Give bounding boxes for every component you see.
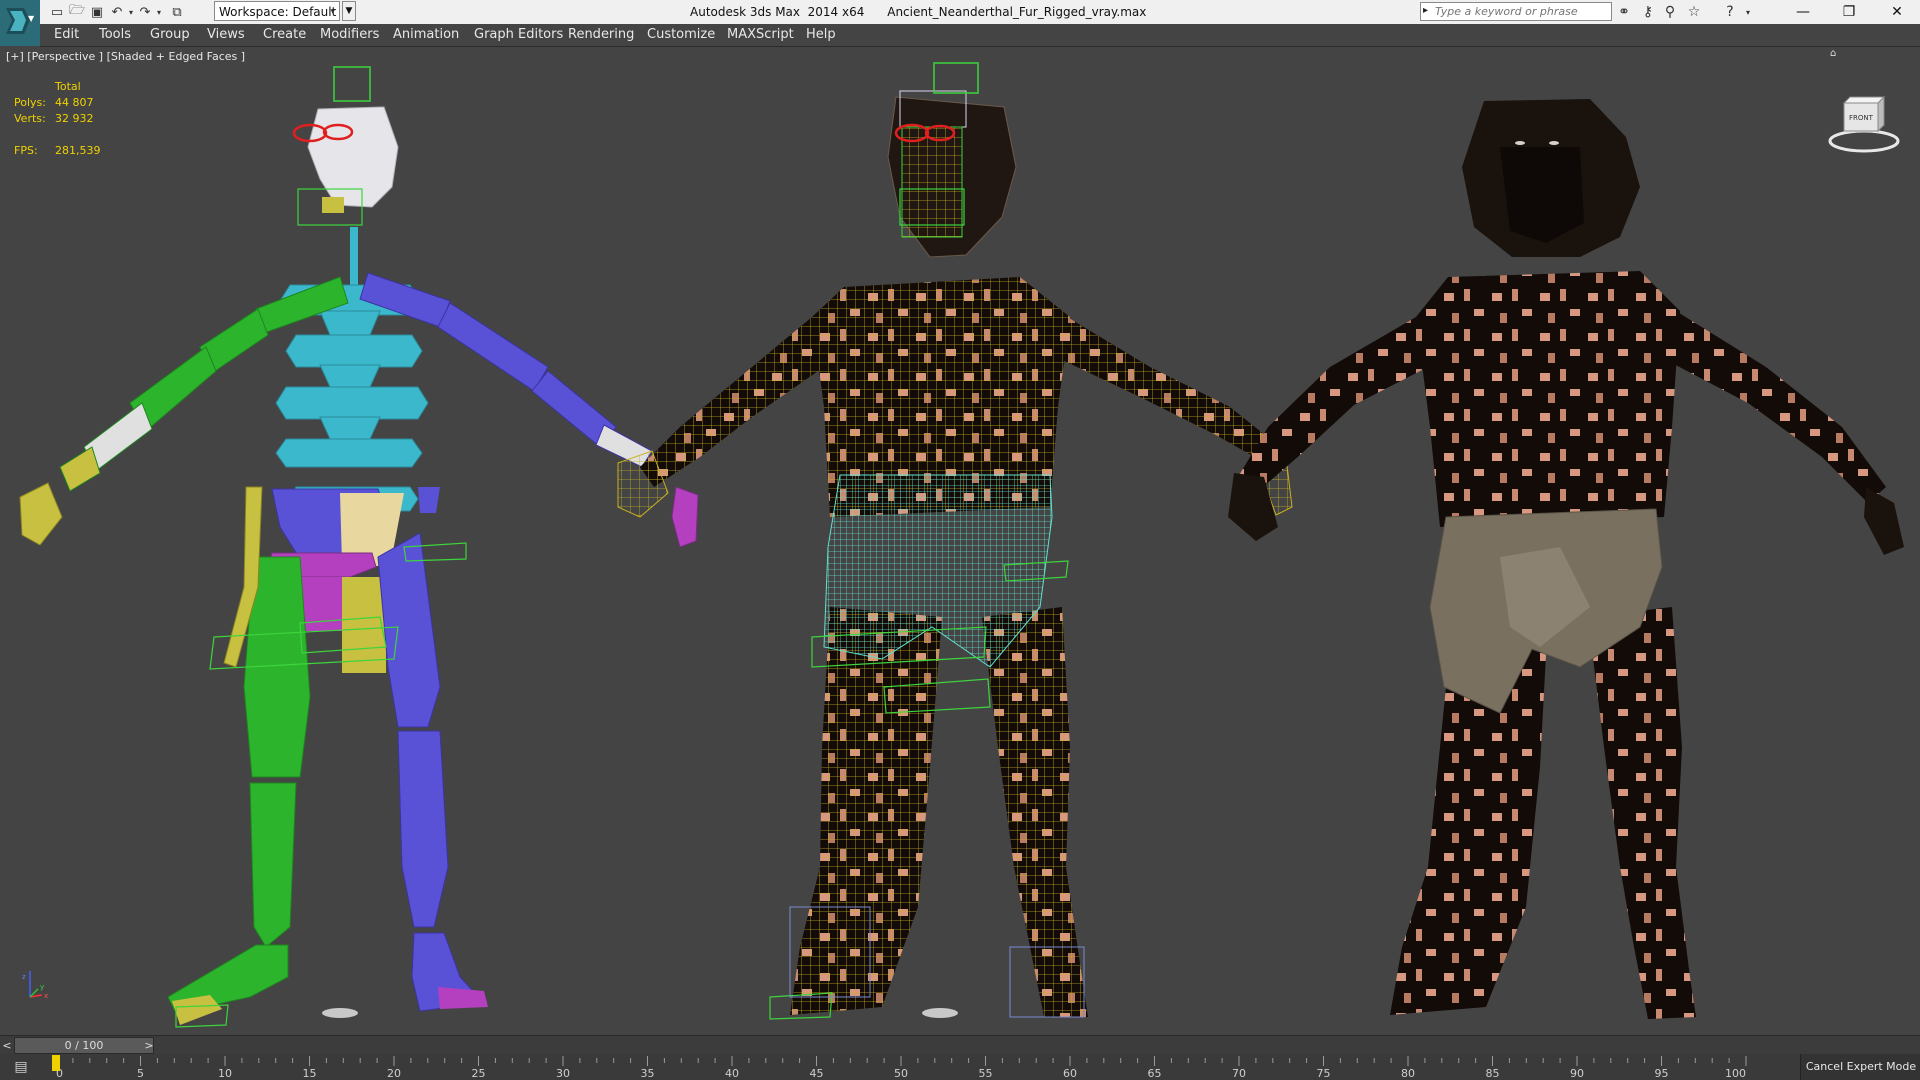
ruler-label: 15 <box>303 1067 317 1080</box>
time-slider[interactable]: 0 / 100 <box>14 1037 154 1054</box>
viewcube-face-label: FRONT <box>1849 114 1874 122</box>
polys-label: Polys: <box>14 96 46 109</box>
help-icon[interactable]: ? <box>1720 2 1740 22</box>
chevron-down-icon: ▼ <box>28 14 35 23</box>
verts-label: Verts: <box>14 112 46 125</box>
app-logo-icon <box>6 8 30 34</box>
axis-tripod-icon: z x y <box>22 971 48 1000</box>
menu-bar: Edit Tools Group Views Create Modifiers … <box>40 24 1920 47</box>
help-search[interactable]: ▸ <box>1420 2 1612 21</box>
ruler-label: 40 <box>725 1067 739 1080</box>
new-file-icon[interactable]: ▭ <box>48 3 66 21</box>
ruler-label: 90 <box>1570 1067 1584 1080</box>
fps-value: 281,539 <box>55 144 101 157</box>
open-file-icon[interactable]: 🗁 <box>68 3 86 21</box>
quick-access-toolbar: ▭ 🗁 ▣ ↶ ▾ ↷ ▾ ⧉ <box>48 3 208 21</box>
window-title: Autodesk 3ds Max 2014 x64 Ancient_Neande… <box>690 5 1147 19</box>
restore-button[interactable]: ❐ <box>1826 0 1872 24</box>
rendered-figure[interactable] <box>1228 99 1904 1019</box>
perspective-viewport[interactable]: [+] [Perspective ] [Shaded + Edged Faces… <box>0 47 1920 1035</box>
frame-ruler[interactable]: 0 5 10 15 20 25 30 35 40 45 50 55 60 65 70 75 80 85 90 95 10… <box>48 1054 1800 1080</box>
menu-customize[interactable]: Customize <box>647 24 715 46</box>
ruler-label: 10 <box>218 1067 232 1080</box>
viewport-label[interactable]: [+] [Perspective ] [Shaded + Edged Faces… <box>6 50 245 63</box>
stats-header: Total <box>55 80 81 93</box>
menu-maxscript[interactable]: MAXScript <box>727 24 794 46</box>
help-dropdown-icon[interactable]: ▾ <box>1738 2 1758 22</box>
ruler-label: 55 <box>979 1067 993 1080</box>
cancel-expert-mode-button[interactable]: Cancel Expert Mode <box>1800 1054 1920 1080</box>
ruler-label: 30 <box>556 1067 570 1080</box>
previous-frame-button[interactable]: < <box>0 1036 14 1055</box>
menu-tools[interactable]: Tools <box>99 24 131 46</box>
close-button[interactable]: ✕ <box>1874 0 1920 24</box>
ruler-label: 100 <box>1725 1067 1746 1080</box>
save-file-icon[interactable]: ▣ <box>88 3 106 21</box>
current-frame-marker[interactable] <box>52 1055 60 1071</box>
rig-head-control[interactable] <box>333 66 371 102</box>
toolbar-expand-button[interactable]: ▼ <box>342 1 356 21</box>
wireframe-mesh-figure[interactable] <box>617 62 1293 1020</box>
verts-value: 32 932 <box>55 112 94 125</box>
ruler-label: 50 <box>894 1067 908 1080</box>
menu-group[interactable]: Group <box>150 24 190 46</box>
ruler-label: 45 <box>810 1067 824 1080</box>
application-menu-button[interactable]: ▼ <box>0 0 40 46</box>
menu-edit[interactable]: Edit <box>54 24 79 46</box>
redo-dropdown-icon[interactable]: ▾ <box>150 3 168 21</box>
svg-text:y: y <box>40 983 44 991</box>
chevron-down-icon: ▾ <box>330 7 335 17</box>
time-slider-bar: < 0 / 100 > <box>0 1035 1920 1055</box>
viewcube[interactable]: FRONT <box>1828 83 1900 155</box>
rig-head-bone[interactable] <box>307 106 399 208</box>
binoculars-icon[interactable]: ⚭ <box>1614 2 1634 22</box>
bone-rig-figure[interactable] <box>19 66 699 1028</box>
frame-counter: 0 / 100 <box>64 1039 104 1052</box>
favorites-star-icon[interactable]: ☆ <box>1684 2 1704 22</box>
search-expand-icon[interactable]: ▸ <box>1423 5 1428 16</box>
ruler-label: 60 <box>1063 1067 1077 1080</box>
ruler-label: 35 <box>641 1067 655 1080</box>
menu-create[interactable]: Create <box>263 24 306 46</box>
track-bar[interactable]: ▤ 0 5 10 15 20 25 30 35 40 45 50 55 60 65 70 75 80 85 90 95… <box>0 1054 1920 1080</box>
communication-center-icon[interactable]: ⚲ <box>1660 2 1680 22</box>
menu-animation[interactable]: Animation <box>393 24 459 46</box>
scene-canvas[interactable] <box>0 47 1920 1035</box>
title-bar: ▭ 🗁 ▣ ↶ ▾ ↷ ▾ ⧉ Workspace: Default ▾ ▼ A… <box>0 0 1920 24</box>
subscription-key-icon[interactable]: ⚷ <box>1638 2 1658 22</box>
ruler-label: 70 <box>1232 1067 1246 1080</box>
menu-graph-editors[interactable]: Graph Editors <box>474 24 563 46</box>
workspace-select[interactable]: Workspace: Default ▾ <box>214 1 340 21</box>
search-input[interactable] <box>1435 3 1607 20</box>
ruler-label: 85 <box>1486 1067 1500 1080</box>
ruler-label: 95 <box>1655 1067 1669 1080</box>
menu-rendering[interactable]: Rendering <box>568 24 634 46</box>
next-frame-button[interactable]: > <box>142 1036 156 1055</box>
menu-views[interactable]: Views <box>207 24 245 46</box>
fps-label: FPS: <box>14 144 38 157</box>
minimize-button[interactable]: — <box>1780 0 1826 24</box>
ruler-label: 25 <box>472 1067 486 1080</box>
menu-modifiers[interactable]: Modifiers <box>320 24 379 46</box>
svg-text:x: x <box>44 992 48 1000</box>
ruler-label: 5 <box>137 1067 144 1080</box>
ruler-label: 65 <box>1148 1067 1162 1080</box>
svg-text:z: z <box>22 973 26 981</box>
polys-value: 44 807 <box>55 96 94 109</box>
ruler-label: 20 <box>387 1067 401 1080</box>
viewcube-home-icon[interactable]: ⌂ <box>1830 48 1836 59</box>
ruler-label: 80 <box>1401 1067 1415 1080</box>
ruler-label: 75 <box>1317 1067 1331 1080</box>
workspace-label: Workspace: Default <box>219 5 337 19</box>
menu-help[interactable]: Help <box>806 24 836 46</box>
project-folder-icon[interactable]: ⧉ <box>168 3 186 21</box>
curve-editor-icon[interactable]: ▤ <box>8 1059 34 1075</box>
